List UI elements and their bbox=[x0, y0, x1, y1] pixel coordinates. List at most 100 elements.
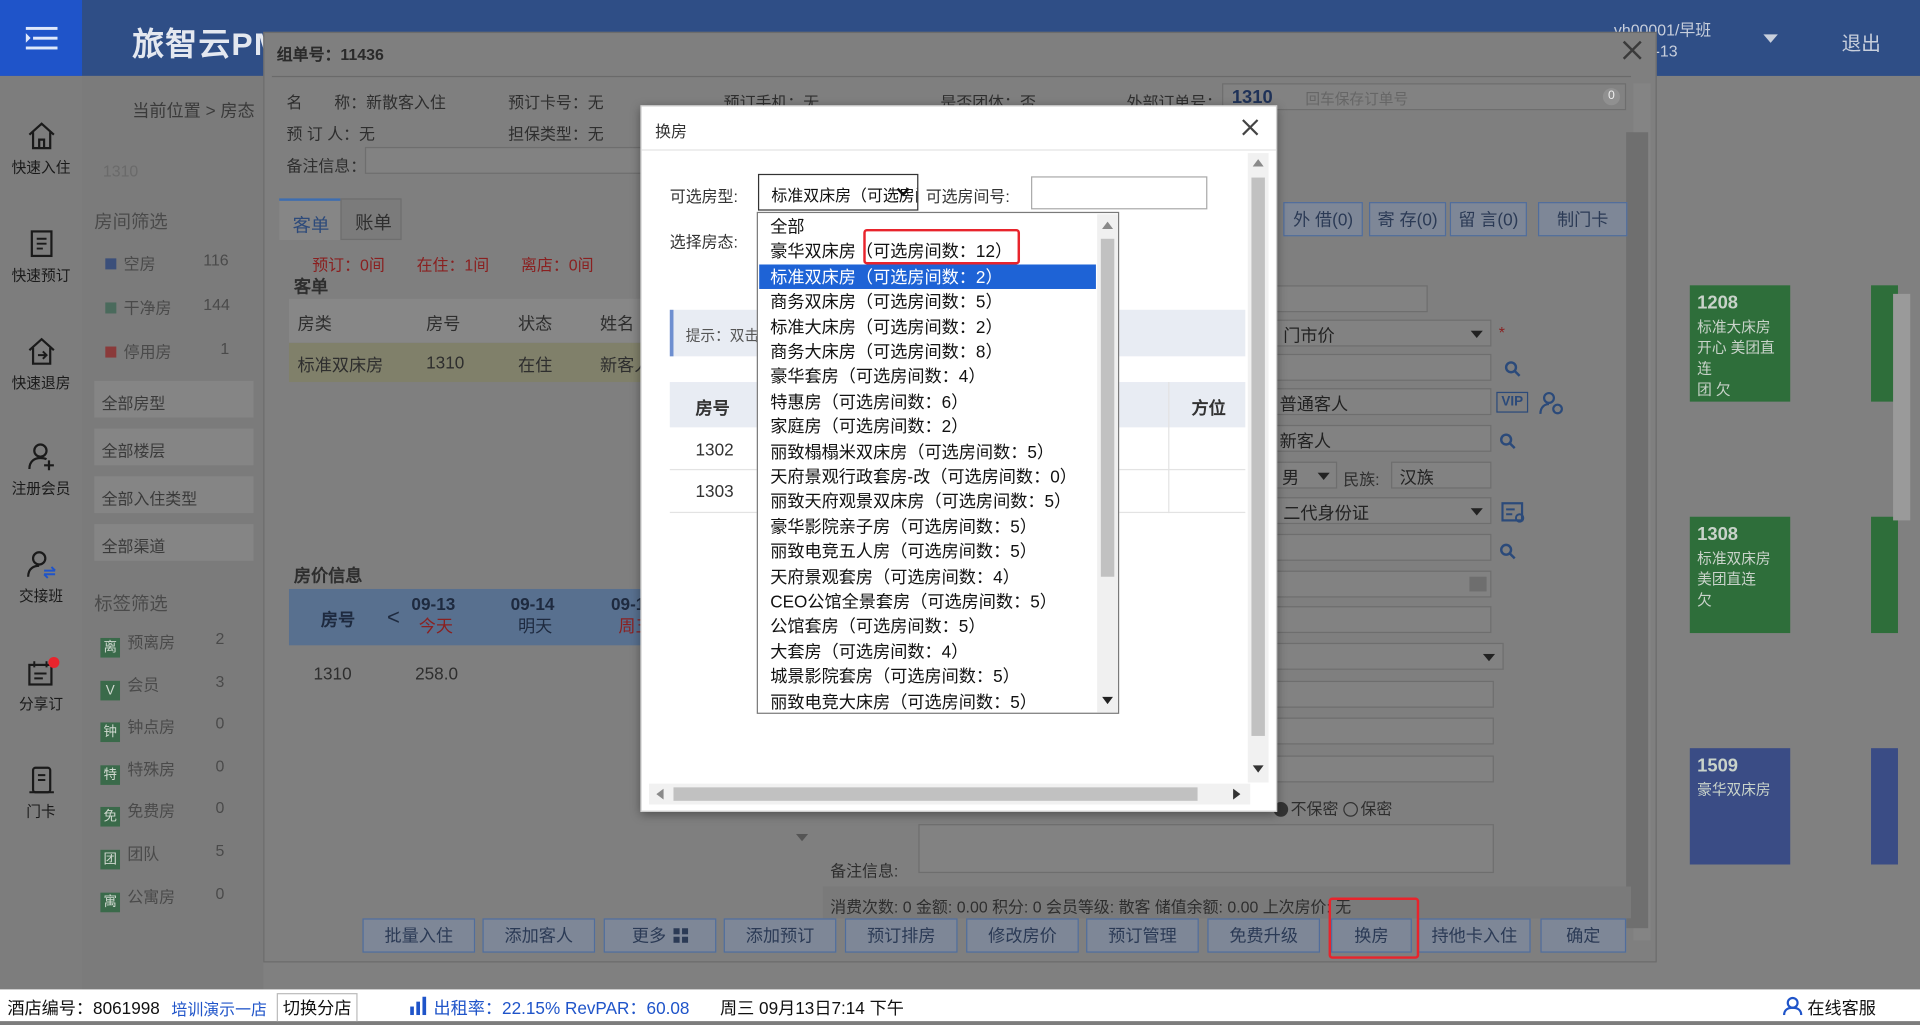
sidebar-item-register-member[interactable]: 注册会员 bbox=[0, 441, 82, 499]
room-type-option[interactable]: 丽致天府观景双床房（可选房间数：5） bbox=[759, 489, 1096, 513]
close-icon[interactable] bbox=[1239, 116, 1261, 138]
guest-type-input[interactable]: 普通客人 bbox=[1273, 388, 1492, 416]
chevron-down-icon[interactable] bbox=[795, 833, 809, 843]
room-card-1308[interactable]: 1308 标准双床房 美团直连欠 bbox=[1689, 516, 1791, 634]
status-filter-clean[interactable]: 干净房 144 bbox=[105, 295, 230, 318]
scroll-left-icon[interactable] bbox=[656, 788, 664, 800]
room-type-option[interactable]: 豪华套房（可选房间数：4） bbox=[759, 364, 1096, 388]
room-card-partial[interactable] bbox=[1871, 516, 1898, 634]
dropdown-scroll-thumb[interactable] bbox=[1100, 238, 1115, 577]
dropdown-scrollbar[interactable] bbox=[1097, 214, 1118, 713]
borrow-button[interactable]: 外 借(0) bbox=[1283, 202, 1363, 237]
add-booking-button[interactable]: 添加预订 bbox=[723, 918, 837, 953]
room-type-option[interactable]: CEO公馆全景套房（可选房间数：5） bbox=[759, 589, 1096, 613]
sidebar-item-quick-booking[interactable]: 快速预订 bbox=[0, 228, 82, 286]
room-card-1208[interactable]: 1208 标准大床房 开心 美团直连团 欠 bbox=[1689, 285, 1791, 402]
more-button[interactable]: 更多 bbox=[603, 918, 717, 953]
batch-checkin-button[interactable]: 批量入住 bbox=[362, 918, 476, 953]
search-icon[interactable] bbox=[1499, 542, 1516, 560]
form-select[interactable] bbox=[1273, 642, 1504, 670]
room-type-option[interactable]: 大套房（可选房间数：4） bbox=[759, 639, 1096, 663]
scroll-up-icon[interactable] bbox=[1252, 159, 1264, 167]
room-type-option[interactable]: 特惠房（可选房间数：6） bbox=[759, 389, 1096, 413]
room-no-input[interactable] bbox=[1031, 176, 1208, 210]
make-card-button[interactable]: 制门卡 bbox=[1537, 202, 1628, 237]
ethnic-input[interactable]: 汉族 bbox=[1391, 461, 1492, 489]
form-input[interactable] bbox=[1273, 285, 1428, 313]
scroll-up-icon[interactable] bbox=[1102, 221, 1114, 229]
room-card-1509[interactable]: 1509 豪华双床房 bbox=[1689, 748, 1791, 865]
message-button[interactable]: 留 言(0) bbox=[1449, 202, 1527, 237]
tag-filter-item[interactable]: V 会员 3 bbox=[100, 672, 224, 700]
tag-filter-item[interactable]: 团团队 5 bbox=[100, 841, 224, 870]
tag-filter-item[interactable]: 离预离房 2 bbox=[100, 629, 224, 658]
status-filter-disabled[interactable]: 停用房 1 bbox=[105, 339, 229, 362]
room-type-option[interactable]: 城景影院套房（可选房间数：5） bbox=[759, 664, 1096, 688]
channel-filter[interactable]: 全部渠道 bbox=[94, 524, 254, 561]
sidebar-item-shift-handover[interactable]: 交接班 bbox=[0, 549, 82, 607]
gender-select[interactable]: 男 bbox=[1273, 461, 1338, 489]
room-type-option[interactable]: 公馆套房（可选房间数：5） bbox=[759, 614, 1096, 638]
id-number-input[interactable] bbox=[1273, 533, 1492, 561]
user-settings-icon[interactable] bbox=[1538, 389, 1565, 416]
scroll-right-icon[interactable] bbox=[1233, 788, 1241, 800]
room-card-partial[interactable] bbox=[1871, 748, 1898, 865]
room-type-option[interactable]: 丽致电竞五人房（可选房间数：5） bbox=[759, 539, 1096, 563]
room-type-filter[interactable]: 全部房型 bbox=[94, 380, 254, 418]
change-room-vertical-scrollbar[interactable] bbox=[1247, 153, 1269, 783]
room-type-option[interactable]: 标准大床房（可选房间数：2） bbox=[759, 314, 1096, 338]
tag-filter-item[interactable]: 免免费房 0 bbox=[100, 799, 224, 828]
room-type-option[interactable]: 豪华影院亲子房（可选房间数：5） bbox=[759, 514, 1096, 538]
sidebar-item-quick-checkin[interactable]: 快速入住 bbox=[0, 120, 82, 178]
logout-button[interactable]: 退出 bbox=[1842, 27, 1881, 56]
scroll-down-icon[interactable] bbox=[1252, 765, 1264, 773]
tab-bill[interactable]: 账单 bbox=[340, 198, 402, 241]
remark-input[interactable] bbox=[364, 146, 645, 174]
form-input[interactable] bbox=[1273, 755, 1494, 783]
id-card-reader-icon[interactable] bbox=[1501, 502, 1525, 524]
prev-dates-button[interactable]: < bbox=[387, 605, 400, 631]
checkin-type-filter[interactable]: 全部入住类型 bbox=[94, 476, 254, 514]
modify-price-button[interactable]: 修改房价 bbox=[966, 918, 1079, 953]
room-grid-scrollbar[interactable] bbox=[1893, 293, 1911, 521]
room-type-option[interactable]: 家庭房（可选房间数：2） bbox=[759, 414, 1096, 438]
room-type-option[interactable]: 天府景观套房（可选房间数：4） bbox=[759, 564, 1096, 588]
free-upgrade-button[interactable]: 免费升级 bbox=[1207, 918, 1321, 953]
tag-filter-item[interactable]: 特特殊房 0 bbox=[100, 756, 224, 785]
order-modal-scrollbar-thumb[interactable] bbox=[1626, 132, 1649, 929]
room-type-select[interactable]: 标准双床房（可选房间数：2） bbox=[757, 173, 919, 211]
status-filter-empty[interactable]: 空房 116 bbox=[105, 251, 229, 274]
customer-service-icon[interactable] bbox=[1782, 996, 1803, 1016]
add-guest-button[interactable]: 添加客人 bbox=[482, 918, 596, 953]
close-icon[interactable] bbox=[1621, 39, 1643, 61]
sidebar-item-quick-checkout[interactable]: 快速退房 bbox=[0, 336, 82, 394]
online-service-link[interactable]: 在线客服 bbox=[1807, 996, 1876, 1020]
vip-icon[interactable]: VIP bbox=[1496, 391, 1529, 413]
room-cell[interactable]: 1302 bbox=[696, 440, 734, 460]
form-input[interactable] bbox=[1273, 717, 1494, 745]
price-type-select[interactable]: 门市价 bbox=[1273, 319, 1492, 347]
booking-assign-button[interactable]: 预订排房 bbox=[844, 918, 958, 953]
tag-filter-item[interactable]: 寓公寓房 0 bbox=[100, 884, 224, 912]
sidebar-item-share-booking[interactable]: 分享订 bbox=[0, 656, 82, 714]
room-type-option[interactable]: 丽致榻榻米双床房（可选房间数：5） bbox=[759, 439, 1096, 463]
hotel-name-link[interactable]: 培训演示一店 bbox=[171, 997, 267, 1020]
sidebar-item-door-card[interactable]: 门卡 bbox=[0, 764, 82, 822]
change-room-horizontal-scrollbar[interactable] bbox=[648, 783, 1251, 805]
horizontal-scroll-thumb[interactable] bbox=[673, 787, 1198, 801]
switch-branch-button[interactable]: 切换分店 bbox=[276, 993, 358, 1022]
user-dropdown-icon[interactable] bbox=[1763, 34, 1778, 44]
deposit-button[interactable]: 寄 存(0) bbox=[1368, 202, 1447, 237]
privacy-radio-no[interactable]: 不保密 保密 bbox=[1273, 796, 1392, 819]
room-type-dropdown-list[interactable]: 全部 豪华双床房（可选房间数：12） 标准双床房（可选房间数：2） 商务双床房（可选房… bbox=[756, 211, 1120, 714]
scroll-down-icon[interactable] bbox=[1102, 696, 1114, 705]
room-cell[interactable]: 1303 bbox=[696, 481, 734, 501]
form-input[interactable] bbox=[1273, 606, 1492, 634]
room-search-input[interactable]: 1310 bbox=[103, 162, 138, 180]
room-type-option[interactable]: 天府景观行政套房-改（可选房间数：0） bbox=[759, 464, 1096, 488]
room-type-option[interactable]: 丽致电竞大床房（可选房间数：5） bbox=[759, 689, 1096, 713]
vertical-scroll-thumb[interactable] bbox=[1251, 177, 1265, 736]
price-cell-0913[interactable]: 258.0 bbox=[415, 664, 458, 684]
search-icon[interactable] bbox=[1504, 360, 1521, 377]
date-input[interactable] bbox=[1273, 570, 1492, 598]
